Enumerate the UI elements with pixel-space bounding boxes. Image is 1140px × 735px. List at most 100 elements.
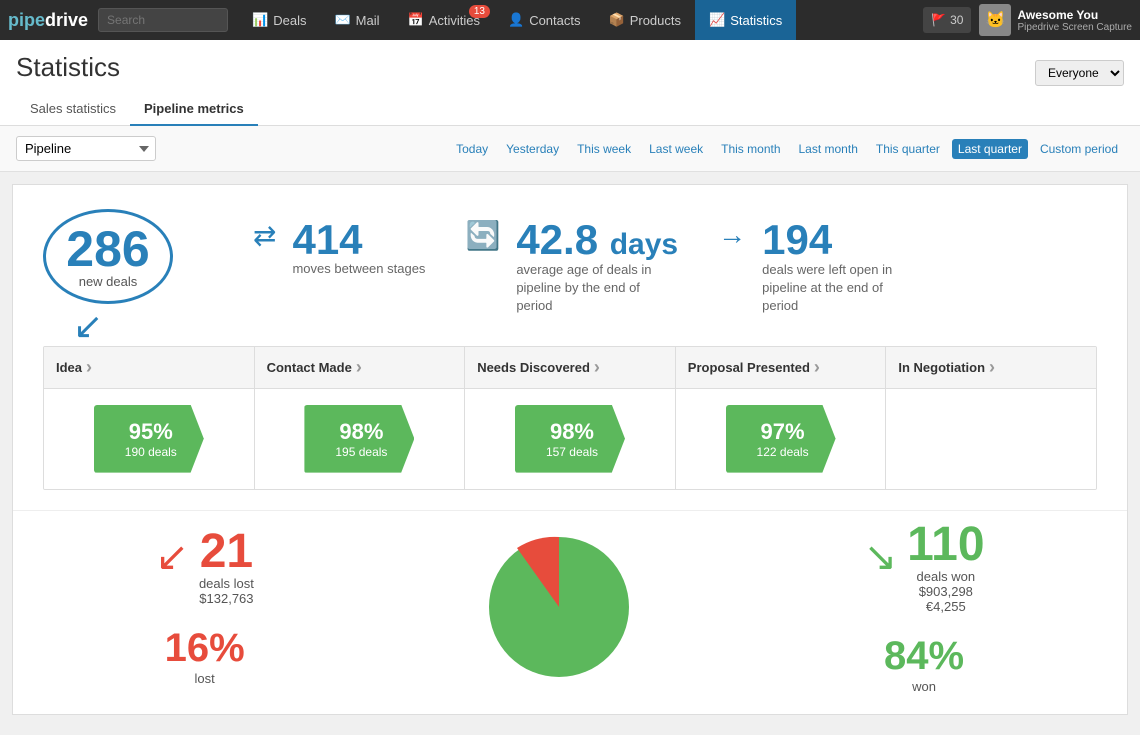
products-icon: 📦 <box>609 12 625 28</box>
nav-items: 📊 Deals ✉️ Mail 📅 Activities 13 👤 Contac… <box>238 0 923 40</box>
nav-item-mail[interactable]: ✉️ Mail <box>320 0 393 40</box>
moves-icon: ⇄ <box>253 219 276 252</box>
user-info[interactable]: 🐱 Awesome You Pipedrive Screen Capture <box>979 4 1132 36</box>
stage-arrow-contact: › <box>356 357 362 378</box>
nav-item-activities[interactable]: 📅 Activities 13 <box>394 0 494 40</box>
won-pct: 84% <box>884 634 964 678</box>
flag-button[interactable]: 🚩 30 <box>923 7 971 33</box>
user-name: Awesome You <box>1017 8 1132 22</box>
stage-head-contact: Contact Made › <box>255 347 466 388</box>
pie-chart <box>479 527 639 687</box>
stage-badge-contact: 98% 195 deals <box>304 405 414 473</box>
stage-badge-idea: 95% 190 deals <box>94 405 204 473</box>
stage-col-proposal: 97% 122 deals <box>676 389 887 489</box>
period-btn-this-quarter[interactable]: This quarter <box>870 139 946 159</box>
new-deals-label: new deals <box>79 274 138 289</box>
app-logo: pipedrive <box>8 10 88 31</box>
nav-item-contacts[interactable]: 👤 Contacts <box>494 0 595 40</box>
everyone-filter[interactable]: Everyone <box>1035 60 1124 86</box>
avg-age-number: 42.8 days <box>516 219 678 261</box>
top-navigation: pipedrive 📊 Deals ✉️ Mail 📅 Activities 1… <box>0 0 1140 40</box>
stage-arrow-proposal: › <box>814 357 820 378</box>
nav-label-contacts: Contacts <box>529 13 580 28</box>
moves-number: 414 <box>292 219 425 261</box>
left-open-icon: → <box>718 219 746 251</box>
stage-head-needs: Needs Discovered › <box>465 347 676 388</box>
period-btn-last-month[interactable]: Last month <box>793 139 864 159</box>
left-open-number: 194 <box>762 219 922 261</box>
avg-age-icon: 🔄 <box>465 219 500 252</box>
page-header: Statistics Everyone Sales statistics Pip… <box>0 40 1140 126</box>
stage-badge-proposal: 97% 122 deals <box>726 405 836 473</box>
user-sub: Pipedrive Screen Capture <box>1017 22 1132 33</box>
stage-badge-needs: 98% 157 deals <box>515 405 625 473</box>
period-btn-last-quarter[interactable]: Last quarter <box>952 139 1028 159</box>
moves-label: moves between stages <box>292 261 425 276</box>
stage-col-negotiation <box>886 389 1096 489</box>
won-section: ↘ 110 deals won $903,298 €4,255 84% won <box>864 521 985 694</box>
nav-label-products: Products <box>630 13 681 28</box>
pipeline-select[interactable]: Pipeline <box>16 136 156 161</box>
lost-number: 21 <box>199 528 254 576</box>
nav-label-mail: Mail <box>356 13 380 28</box>
nav-label-statistics: Statistics <box>730 13 782 28</box>
nav-item-deals[interactable]: 📊 Deals <box>238 0 320 40</box>
nav-item-statistics[interactable]: 📈 Statistics <box>695 0 796 40</box>
lost-label: deals lost <box>199 576 254 591</box>
stats-row: 286 new deals ↙ ⇄ 414 moves between stag… <box>43 209 1097 316</box>
tab-pipeline-metrics[interactable]: Pipeline metrics <box>130 93 258 126</box>
period-btn-last-week[interactable]: Last week <box>643 139 709 159</box>
lost-pct-label: lost <box>165 671 245 686</box>
tab-sales-statistics[interactable]: Sales statistics <box>16 93 130 126</box>
contacts-icon: 👤 <box>508 12 524 28</box>
search-input[interactable] <box>98 8 228 32</box>
flag-count: 30 <box>950 13 963 27</box>
stage-col-needs: 98% 157 deals <box>465 389 676 489</box>
activities-badge: 13 <box>469 5 490 18</box>
main-content: 286 new deals ↙ ⇄ 414 moves between stag… <box>12 184 1128 715</box>
bottom-row: ↙ 21 deals lost $132,763 16% lost <box>13 510 1127 714</box>
stat-moves: ⇄ 414 moves between stages <box>253 219 425 276</box>
activities-icon: 📅 <box>408 12 424 28</box>
stage-arrow-idea: › <box>86 357 92 378</box>
won-label: deals won <box>907 569 984 584</box>
lost-section: ↙ 21 deals lost $132,763 16% lost <box>155 528 253 686</box>
won-amount2: €4,255 <box>907 599 984 614</box>
deals-icon: 📊 <box>252 12 268 28</box>
period-btn-this-month[interactable]: This month <box>715 139 786 159</box>
stage-head-negotiation: In Negotiation › <box>886 347 1096 388</box>
period-btn-yesterday[interactable]: Yesterday <box>500 139 565 159</box>
nav-right: 🚩 30 🐱 Awesome You Pipedrive Screen Capt… <box>923 4 1132 36</box>
stage-col-idea: 95% 190 deals <box>44 389 255 489</box>
period-buttons: Today Yesterday This week Last week This… <box>450 139 1124 159</box>
user-details: Awesome You Pipedrive Screen Capture <box>1017 8 1132 33</box>
new-deals-arrow: ↙ <box>73 308 103 344</box>
avg-age-label: average age of deals in pipeline by the … <box>516 261 676 316</box>
stat-left-open: → 194 deals were left open in pipeline a… <box>718 219 922 316</box>
stages-body: 95% 190 deals 98% 195 deals 98% 15 <box>44 389 1096 489</box>
pie-svg <box>479 527 639 687</box>
stage-arrow-negotiation: › <box>989 357 995 378</box>
stat-avg-age: 🔄 42.8 days average age of deals in pipe… <box>465 219 678 316</box>
mail-icon: ✉️ <box>334 12 350 28</box>
metrics-area: 286 new deals ↙ ⇄ 414 moves between stag… <box>13 185 1127 510</box>
won-amount1: $903,298 <box>907 584 984 599</box>
won-number: 110 <box>907 521 984 569</box>
lost-amount: $132,763 <box>199 591 254 606</box>
statistics-icon: 📈 <box>709 12 725 28</box>
nav-label-deals: Deals <box>273 13 306 28</box>
period-btn-this-week[interactable]: This week <box>571 139 637 159</box>
stage-head-proposal: Proposal Presented › <box>676 347 887 388</box>
won-arrow: ↘ <box>864 534 898 580</box>
nav-item-products[interactable]: 📦 Products <box>595 0 696 40</box>
stages-header: Idea › Contact Made › Needs Discovered ›… <box>44 347 1096 389</box>
period-btn-today[interactable]: Today <box>450 139 494 159</box>
page: Statistics Everyone Sales statistics Pip… <box>0 40 1140 735</box>
page-title: Statistics <box>16 52 120 83</box>
won-pct-label: won <box>884 679 964 694</box>
flag-icon: 🚩 <box>931 13 946 27</box>
lost-pct: 16% <box>165 626 245 670</box>
toolbar: Pipeline Today Yesterday This week Last … <box>0 126 1140 172</box>
tab-bar: Sales statistics Pipeline metrics <box>16 93 1124 125</box>
period-btn-custom[interactable]: Custom period <box>1034 139 1124 159</box>
